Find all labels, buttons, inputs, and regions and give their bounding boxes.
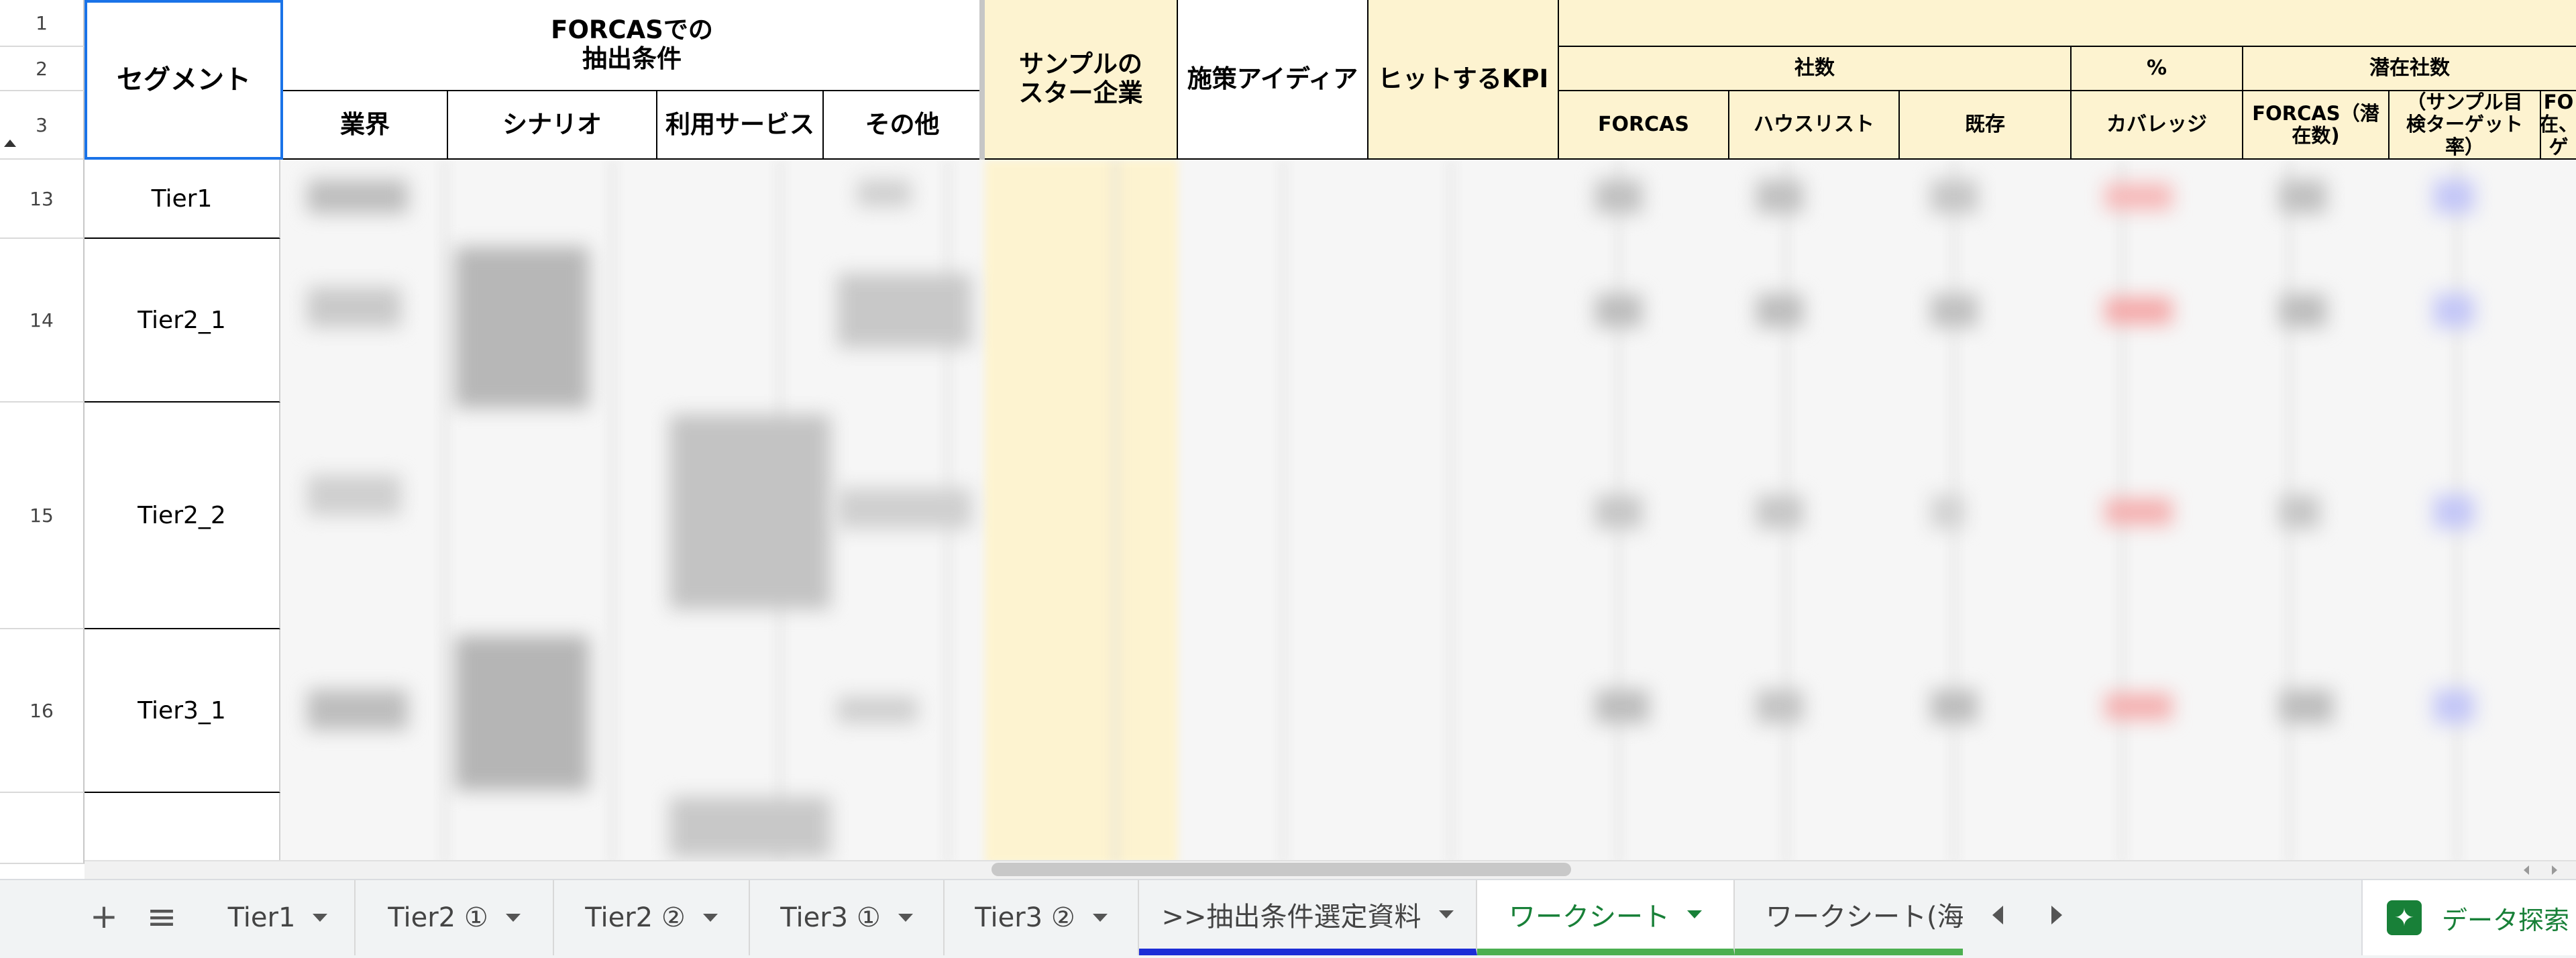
row-number-13[interactable]: 13: [0, 160, 85, 239]
row-number-14[interactable]: 14: [0, 239, 85, 403]
header-service[interactable]: 利用サービス: [657, 91, 824, 160]
segment-header-cell[interactable]: セグメント: [85, 0, 283, 160]
segment-cell-tier1[interactable]: Tier1: [85, 160, 280, 239]
explore-label: データ探索: [2442, 905, 2570, 935]
segment-cell-tier2-1[interactable]: Tier2_1: [85, 239, 280, 403]
tab-worksheet-overseas[interactable]: ワークシート(海: [1735, 880, 1963, 955]
chevron-down-icon[interactable]: [1438, 910, 1454, 918]
segment-cell-next[interactable]: [85, 793, 280, 864]
chevron-down-icon[interactable]: [1687, 910, 1702, 918]
header-sample-target-rate[interactable]: （サンプル目 検ターゲット 率）: [2390, 91, 2541, 160]
tab-label: Tier3 ①: [780, 902, 881, 933]
tab-label: ワークシート: [1509, 902, 1670, 933]
tab-label: Tier1: [227, 902, 296, 933]
data-explore-button[interactable]: ✦ データ探索: [2361, 880, 2576, 955]
row-number-16[interactable]: 16: [0, 629, 85, 793]
tab-scroll-right-icon[interactable]: [2051, 906, 2062, 924]
horizontal-scrollbar-thumb[interactable]: [991, 863, 1571, 876]
header-forcas-potential[interactable]: FORCAS（潜 在数): [2243, 91, 2390, 160]
explore-sparkle-icon: ✦: [2387, 900, 2422, 935]
header-forcas-cut[interactable]: FO 在、 ゲ: [2541, 91, 2576, 160]
header-stats-top[interactable]: [1559, 0, 2576, 47]
scroll-left-arrow-icon[interactable]: [2524, 865, 2529, 875]
tab-label: Tier2 ②: [585, 902, 686, 933]
tab-tier3-2[interactable]: Tier3 ②: [945, 880, 1139, 955]
row-group-collapse-icon[interactable]: [4, 140, 16, 147]
row-header-2[interactable]: 2: [0, 47, 85, 91]
tab-worksheet-active[interactable]: ワークシート: [1477, 880, 1735, 955]
header-coverage[interactable]: カバレッジ: [2072, 91, 2243, 160]
header-other[interactable]: その他: [824, 91, 982, 160]
header-strategy-idea[interactable]: 施策アイディア: [1178, 0, 1368, 160]
scroll-right-arrow-icon[interactable]: [2552, 865, 2557, 875]
frozen-divider[interactable]: [979, 0, 985, 160]
tab-tier2-1[interactable]: Tier2 ①: [356, 880, 554, 955]
header-hit-kpi[interactable]: ヒットするKPI: [1368, 0, 1559, 160]
blurred-data-region[interactable]: [280, 160, 2576, 864]
tab-selection-materials[interactable]: >>抽出条件選定資料: [1139, 880, 1477, 955]
header-company-count[interactable]: 社数: [1559, 47, 2072, 91]
header-scenario[interactable]: シナリオ: [448, 91, 657, 160]
header-forcas-count[interactable]: FORCAS: [1559, 91, 1729, 160]
tab-tier1[interactable]: Tier1: [201, 880, 356, 955]
segment-cell-tier2-2[interactable]: Tier2_2: [85, 403, 280, 629]
header-percent[interactable]: %: [2072, 47, 2243, 91]
tab-label: Tier2 ①: [388, 902, 488, 933]
tab-tier3-1[interactable]: Tier3 ①: [750, 880, 945, 955]
header-house-list[interactable]: ハウスリスト: [1729, 91, 1900, 160]
chevron-down-icon[interactable]: [898, 914, 913, 922]
tab-scroll-left-icon[interactable]: [1992, 906, 2003, 924]
add-sheet-button[interactable]: +: [80, 884, 127, 949]
header-existing[interactable]: 既存: [1900, 91, 2072, 160]
all-sheets-list-icon[interactable]: ≡: [138, 884, 185, 949]
header-industry[interactable]: 業界: [283, 91, 448, 160]
tab-label: Tier3 ②: [975, 902, 1075, 933]
tab-tier2-2[interactable]: Tier2 ②: [554, 880, 750, 955]
row-number-17[interactable]: [0, 793, 85, 864]
header-potential-count[interactable]: 潜在社数: [2243, 47, 2576, 91]
header-sample-star[interactable]: サンプルの スター企業: [985, 0, 1178, 160]
row-number-15[interactable]: 15: [0, 403, 85, 629]
tab-label: >>抽出条件選定資料: [1161, 902, 1421, 933]
segment-cell-tier3-1[interactable]: Tier3_1: [85, 629, 280, 793]
chevron-down-icon[interactable]: [313, 914, 328, 922]
chevron-down-icon[interactable]: [702, 914, 718, 922]
row-header-3[interactable]: 3: [0, 91, 85, 160]
chevron-down-icon[interactable]: [1092, 914, 1108, 922]
row-header-1[interactable]: 1: [0, 0, 85, 47]
chevron-down-icon[interactable]: [505, 914, 521, 922]
tab-label: ワークシート(海: [1766, 902, 1963, 933]
forcas-conditions-header[interactable]: FORCASでの 抽出条件: [283, 0, 982, 91]
